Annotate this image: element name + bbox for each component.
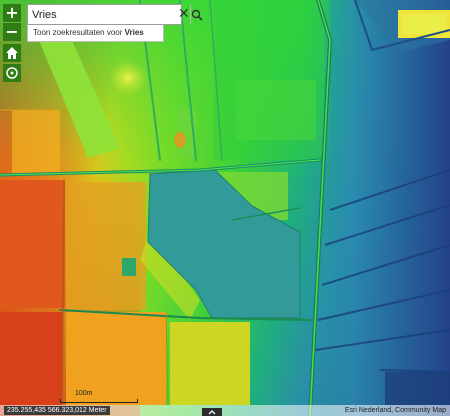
- search-icon: [191, 9, 203, 21]
- map-view[interactable]: [0, 0, 450, 416]
- home-icon: [6, 47, 18, 59]
- zoom-in-button[interactable]: +: [3, 4, 21, 22]
- chevron-up-icon: [208, 410, 216, 415]
- home-button[interactable]: [3, 44, 21, 62]
- zoom-out-button[interactable]: −: [3, 23, 21, 41]
- attribution: Esri Nederland, Community Map: [344, 407, 446, 414]
- search-button[interactable]: [189, 5, 203, 24]
- close-icon[interactable]: ✕: [178, 5, 190, 24]
- locate-button[interactable]: [3, 64, 21, 82]
- minus-icon: −: [5, 22, 19, 41]
- coordinates-readout: 235.255,435 566.323,012 Meter: [4, 406, 110, 415]
- search-input[interactable]: [28, 5, 178, 24]
- elevation-raster: [0, 0, 450, 416]
- suggestion-term: Vries: [124, 28, 144, 37]
- scale-label: 100m: [75, 390, 93, 397]
- scale-line: [60, 399, 138, 403]
- locate-icon: [6, 67, 18, 79]
- plus-icon: +: [5, 3, 19, 22]
- expand-panel-button[interactable]: [202, 408, 222, 416]
- suggestion-prefix: Toon zoekresultaten voor: [33, 28, 123, 37]
- search-bar: ✕: [27, 4, 203, 25]
- search-suggestion[interactable]: Toon zoekresultaten voor Vries: [27, 25, 164, 42]
- search-widget: ✕ Toon zoekresultaten voor Vries: [27, 4, 203, 42]
